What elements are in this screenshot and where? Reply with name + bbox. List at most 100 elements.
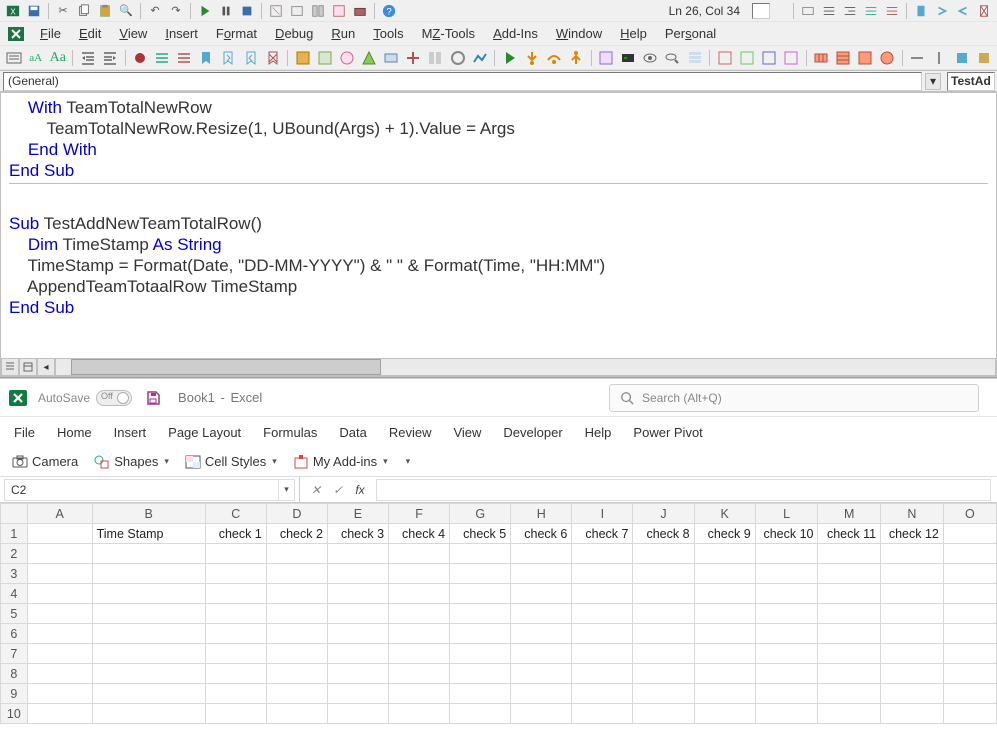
col-header-I[interactable]: I xyxy=(572,504,633,524)
col-header-D[interactable]: D xyxy=(266,504,327,524)
col-header-O[interactable]: O xyxy=(943,504,996,524)
col-header-N[interactable]: N xyxy=(881,504,944,524)
menu-mztools[interactable]: MZ-Tools xyxy=(414,23,483,44)
cell-B8[interactable] xyxy=(92,664,205,684)
cell-O6[interactable] xyxy=(943,624,996,644)
cell-F8[interactable] xyxy=(389,664,450,684)
bookmark-clear-icon[interactable] xyxy=(263,47,282,69)
cell-F4[interactable] xyxy=(389,584,450,604)
list-members-icon[interactable] xyxy=(4,47,23,69)
cell-C2[interactable] xyxy=(205,544,266,564)
cell-G3[interactable] xyxy=(450,564,511,584)
cell-F3[interactable] xyxy=(389,564,450,584)
cell-A2[interactable] xyxy=(27,544,92,564)
cell-B2[interactable] xyxy=(92,544,205,564)
col-header-A[interactable]: A xyxy=(27,504,92,524)
row-header-6[interactable]: 6 xyxy=(1,624,28,644)
cell-B10[interactable] xyxy=(92,704,205,724)
cell-F7[interactable] xyxy=(389,644,450,664)
cell-M8[interactable] xyxy=(818,664,881,684)
mz-icon-3[interactable] xyxy=(337,47,356,69)
excel-app-icon[interactable] xyxy=(6,24,26,44)
extra-h-icon[interactable] xyxy=(878,47,897,69)
break-point-icon[interactable] xyxy=(130,47,149,69)
uncomment-block-icon[interactable] xyxy=(175,47,194,69)
cell-C6[interactable] xyxy=(205,624,266,644)
cell-M6[interactable] xyxy=(818,624,881,644)
col-header-M[interactable]: M xyxy=(818,504,881,524)
cell-C7[interactable] xyxy=(205,644,266,664)
cell-J7[interactable] xyxy=(633,644,694,664)
cell-H9[interactable] xyxy=(511,684,572,704)
bookmark-icon[interactable] xyxy=(912,2,930,20)
full-view-icon[interactable] xyxy=(19,358,37,376)
font-small-a-icon[interactable]: aA xyxy=(26,47,45,69)
cell-J1[interactable]: check 8 xyxy=(633,524,694,544)
cell-D1[interactable]: check 2 xyxy=(266,524,327,544)
cell-G4[interactable] xyxy=(450,584,511,604)
cell-K7[interactable] xyxy=(694,644,755,664)
cell-J3[interactable] xyxy=(633,564,694,584)
menu-file[interactable]: File xyxy=(32,23,69,44)
tab-developer[interactable]: Developer xyxy=(501,421,564,444)
cell-L6[interactable] xyxy=(755,624,818,644)
cell-K5[interactable] xyxy=(694,604,755,624)
browser-icon[interactable] xyxy=(330,2,348,20)
cell-L5[interactable] xyxy=(755,604,818,624)
cell-F1[interactable]: check 4 xyxy=(389,524,450,544)
cell-J9[interactable] xyxy=(633,684,694,704)
cell-N4[interactable] xyxy=(881,584,944,604)
menu-format[interactable]: Format xyxy=(208,23,265,44)
cell-I7[interactable] xyxy=(572,644,633,664)
copy-icon[interactable] xyxy=(75,2,93,20)
cell-B7[interactable] xyxy=(92,644,205,664)
comment-block-icon[interactable] xyxy=(153,47,172,69)
break-icon[interactable] xyxy=(217,2,235,20)
cell-O3[interactable] xyxy=(943,564,996,584)
cell-G8[interactable] xyxy=(450,664,511,684)
save-button[interactable] xyxy=(142,387,164,409)
tab-help[interactable]: Help xyxy=(583,421,614,444)
cell-K9[interactable] xyxy=(694,684,755,704)
cell-G1[interactable]: check 5 xyxy=(450,524,511,544)
project-icon[interactable] xyxy=(288,2,306,20)
menu-personal[interactable]: Personal xyxy=(657,23,724,44)
col-header-H[interactable]: H xyxy=(511,504,572,524)
row-header-9[interactable]: 9 xyxy=(1,684,28,704)
cell-H10[interactable] xyxy=(511,704,572,724)
formula-input[interactable] xyxy=(376,479,991,501)
object-dropdown[interactable]: (General) xyxy=(3,72,922,91)
cell-A4[interactable] xyxy=(27,584,92,604)
extra-e-icon[interactable] xyxy=(811,47,830,69)
cell-C3[interactable] xyxy=(205,564,266,584)
cell-E2[interactable] xyxy=(327,544,388,564)
cell-A6[interactable] xyxy=(27,624,92,644)
extra-f-icon[interactable] xyxy=(834,47,853,69)
col-header-L[interactable]: L xyxy=(755,504,818,524)
camera-button[interactable]: Camera xyxy=(8,452,82,472)
cell-G10[interactable] xyxy=(450,704,511,724)
redo-icon[interactable]: ↷ xyxy=(167,2,185,20)
undo-icon[interactable]: ↶ xyxy=(146,2,164,20)
extra-j-icon[interactable] xyxy=(930,47,949,69)
row-header-8[interactable]: 8 xyxy=(1,664,28,684)
cellstyles-button[interactable]: Cell Styles▾ xyxy=(181,452,281,472)
cell-D6[interactable] xyxy=(266,624,327,644)
row-header-3[interactable]: 3 xyxy=(1,564,28,584)
cell-K2[interactable] xyxy=(694,544,755,564)
cell-L1[interactable]: check 10 xyxy=(755,524,818,544)
row-header-7[interactable]: 7 xyxy=(1,644,28,664)
cell-I4[interactable] xyxy=(572,584,633,604)
cell-L8[interactable] xyxy=(755,664,818,684)
cell-D10[interactable] xyxy=(266,704,327,724)
mz-icon-1[interactable] xyxy=(293,47,312,69)
tab-review[interactable]: Review xyxy=(387,421,434,444)
extra-icon-1[interactable] xyxy=(799,2,817,20)
cell-M9[interactable] xyxy=(818,684,881,704)
cell-C8[interactable] xyxy=(205,664,266,684)
cell-D3[interactable] xyxy=(266,564,327,584)
menu-window[interactable]: Window xyxy=(548,23,610,44)
cell-K6[interactable] xyxy=(694,624,755,644)
outdent-icon[interactable] xyxy=(841,2,859,20)
call-stack-icon[interactable] xyxy=(685,47,704,69)
